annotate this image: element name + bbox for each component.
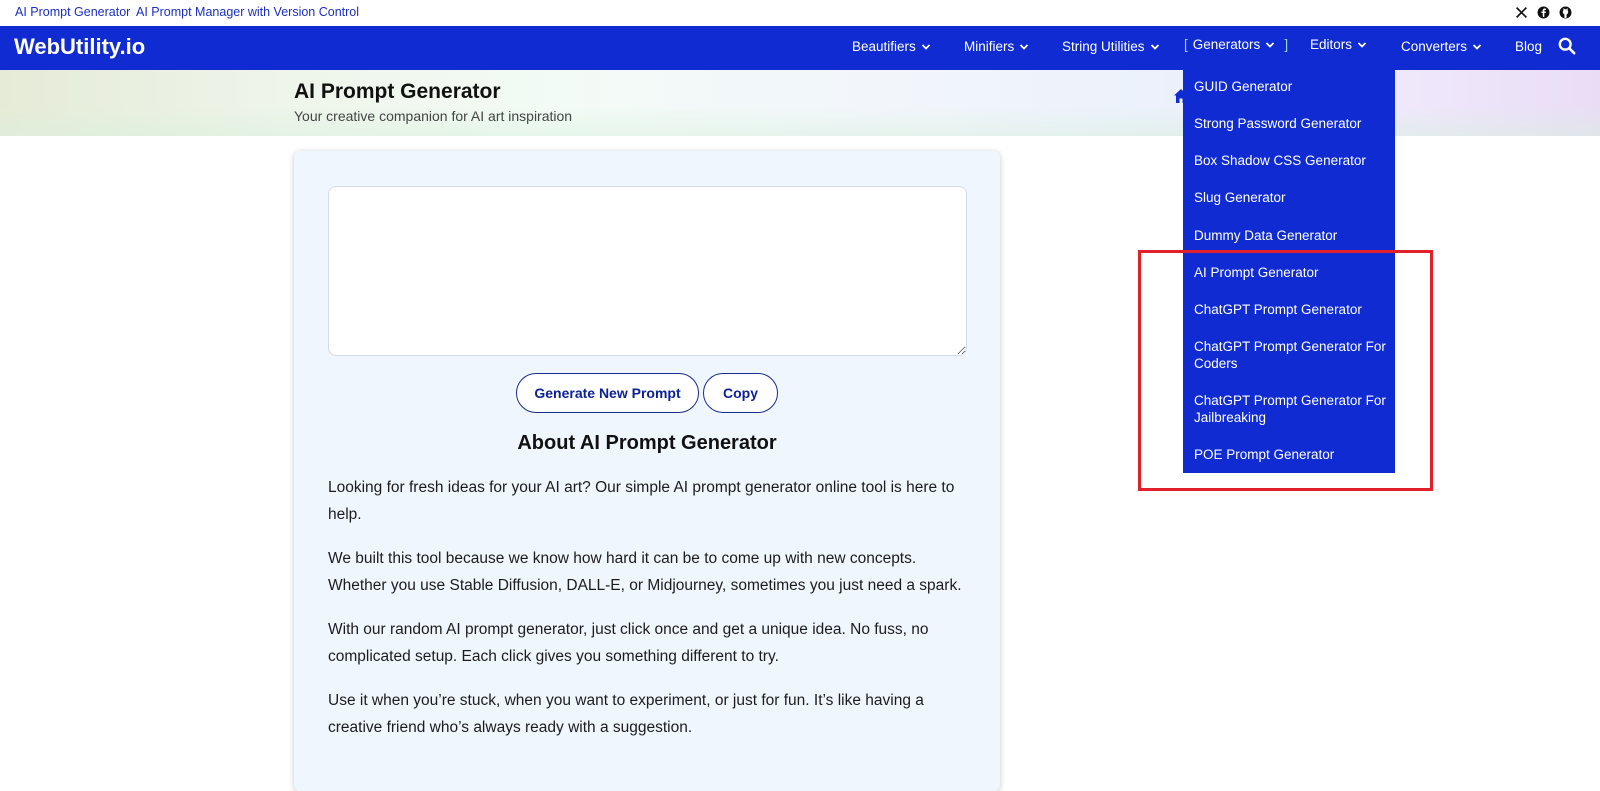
highlight-box: [1138, 250, 1433, 491]
nav-label: Minifiers: [964, 39, 1015, 54]
nav-converters[interactable]: Converters: [1401, 39, 1482, 54]
page-subtitle: Your creative companion for AI art inspi…: [294, 108, 573, 124]
nav-editors[interactable]: Editors: [1310, 37, 1367, 52]
page-title: AI Prompt Generator: [294, 80, 501, 103]
about-paragraph: We built this tool because we know how h…: [328, 550, 962, 594]
facebook-icon[interactable]: [1536, 5, 1550, 19]
prompt-output-textarea[interactable]: [328, 186, 967, 356]
nav-label: Editors: [1310, 37, 1353, 52]
about-heading: About AI Prompt Generator: [517, 432, 777, 454]
dropdown-item-guid-generator[interactable]: GUID Generator: [1194, 78, 1390, 95]
nav-label: Converters: [1401, 39, 1468, 54]
nav-label: Beautifiers: [852, 39, 916, 54]
nav-label: Generators: [1192, 37, 1261, 52]
x-icon[interactable]: [1514, 5, 1528, 19]
nav-generators[interactable]: [ Generators ]: [1184, 37, 1288, 52]
chevron-down-icon: [1357, 41, 1367, 48]
dropdown-item-slug-generator[interactable]: Slug Generator: [1194, 189, 1390, 206]
chevron-down-icon: [1020, 43, 1029, 50]
chevron-down-icon: [921, 43, 930, 50]
top-bar: AI Prompt Generator AI Prompt Manager wi…: [0, 0, 1600, 26]
focus-bracket-left: [: [1184, 37, 1188, 52]
nav-label: String Utilities: [1062, 39, 1145, 54]
chevron-down-icon: [1266, 41, 1275, 48]
dropdown-item-strong-password-generator[interactable]: Strong Password Generator: [1194, 115, 1390, 132]
nav-string-utilities[interactable]: String Utilities: [1062, 39, 1160, 54]
nav-label: Blog: [1515, 39, 1543, 54]
focus-bracket-right: ]: [1284, 37, 1289, 52]
site-logo[interactable]: WebUtility.io: [14, 34, 145, 60]
dropdown-item-dummy-data-generator[interactable]: Dummy Data Generator: [1194, 227, 1390, 244]
dropdown-item-box-shadow-css-generator[interactable]: Box Shadow CSS Generator: [1194, 152, 1390, 169]
generate-new-prompt-button[interactable]: Generate New Prompt: [516, 373, 699, 413]
about-paragraph: With our random AI prompt generator, jus…: [328, 621, 929, 665]
about-paragraph: Use it when you’re stuck, when you want …: [328, 692, 924, 736]
prompt-generator-card: Generate New Prompt Copy About AI Prompt…: [294, 151, 1000, 791]
chevron-down-icon: [1150, 43, 1159, 50]
topbar-link-ai-prompt-manager[interactable]: AI Prompt Manager with Version Control: [136, 5, 359, 19]
nav-minifiers[interactable]: Minifiers: [964, 39, 1029, 54]
github-icon[interactable]: [1558, 5, 1572, 19]
chevron-down-icon: [1472, 43, 1482, 50]
search-icon[interactable]: [1558, 37, 1576, 55]
nav-beautifiers[interactable]: Beautifiers: [852, 39, 931, 54]
copy-button[interactable]: Copy: [703, 373, 778, 413]
main-navbar: WebUtility.io Beautifiers Minifiers Stri…: [0, 26, 1600, 70]
nav-blog[interactable]: Blog: [1515, 39, 1542, 54]
about-paragraph: Looking for fresh ideas for your AI art?…: [328, 479, 955, 523]
topbar-link-ai-prompt-generator[interactable]: AI Prompt Generator: [15, 5, 130, 19]
